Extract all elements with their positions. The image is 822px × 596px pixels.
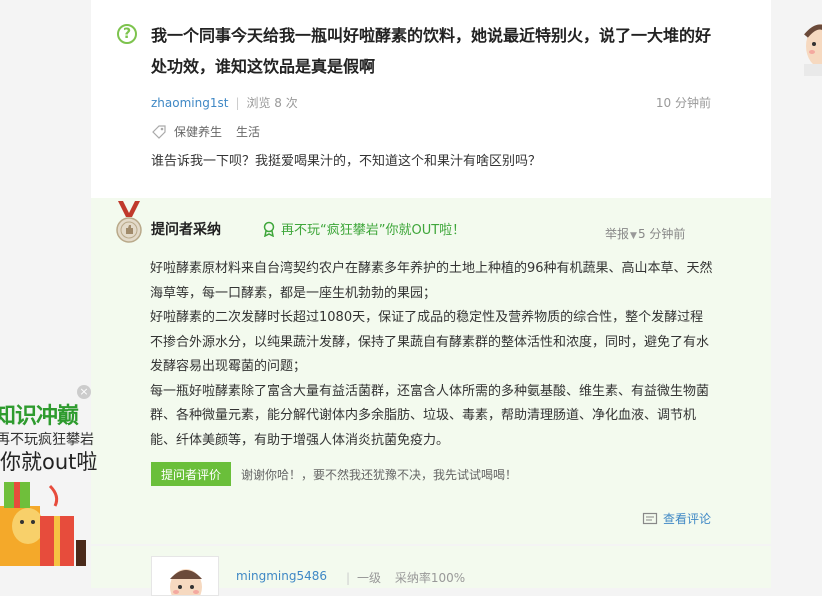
view-comments-label[interactable]: 查看评论 [663, 510, 711, 527]
asker-evaluation-badge: 提问者评价 [151, 462, 231, 486]
sidebar-avatar[interactable] [800, 14, 822, 76]
adoption-rate: 采纳率100% [394, 571, 466, 585]
asker-evaluation-text: 谢谢你哈！，要不然我还犹豫不决，我先试试喝喝！ [241, 468, 518, 482]
question-author-link[interactable]: zhaoming1st [151, 96, 228, 110]
ad-close-icon[interactable]: × [77, 385, 91, 399]
asker-adopted-label: 提问者采纳 [151, 222, 221, 238]
tag-life[interactable]: 生活 [236, 123, 260, 140]
meta-separator: | [235, 96, 240, 110]
report-link[interactable]: 举报 [605, 227, 629, 241]
comment-icon [642, 512, 658, 524]
question-title: 我一个同事今天给我一瓶叫好啦酵素的饮料，她说最近特别火，说了一大堆的好处功效，谁… [151, 26, 712, 76]
question-meta: zhaoming1st | 浏览 8 次 10 分钟前 [151, 94, 711, 110]
question-tags: 保健养生 生活 [151, 123, 274, 140]
answer-paragraph: 好啦酵素原材料来自台湾契约农户在酵素多年养护的土地上种植的96种有机蔬果、高山本… [150, 261, 713, 301]
promo-link[interactable]: 再不玩“疯狂攀岩”你就OUT啦！ [261, 219, 465, 238]
answer-body: 好啦酵素原材料来自台湾契约农户在酵素多年养护的土地上种植的96种有机蔬果、高山本… [150, 257, 716, 453]
badge-icon [263, 221, 275, 237]
question-description: 谁告诉我一下呗？我挺爱喝果汁的，不知道这个和果汁有啥区别吗？ [151, 154, 542, 169]
ad-headline[interactable]: 知识冲巅 [0, 398, 79, 430]
ad-tagline[interactable]: 你就out啦 [0, 446, 97, 476]
caret-down-icon[interactable]: ▼ [630, 231, 637, 241]
next-answer-meta: | 一级 采纳率100% [346, 569, 465, 586]
answer-paragraph: 好啦酵素的二次发酵时长超过1080天，保证了成品的稳定性及营养物质的综合性，整个… [150, 310, 710, 374]
answer-time: 5 分钟前 [637, 227, 686, 241]
report-area: 举报▼5 分钟前 [605, 225, 685, 242]
question-icon: ? [117, 24, 137, 44]
medal-icon [116, 201, 142, 243]
promo-text[interactable]: 再不玩“疯狂攀岩”你就OUT啦！ [281, 219, 465, 238]
user-level: 一级 [357, 571, 382, 585]
question-views: 浏览 8 次 [246, 96, 298, 110]
answer-paragraph: 每一瓶好啦酵素除了富含大量有益活菌群，还富含人体所需的多种氨基酸、维生素、有益微… [150, 383, 710, 448]
meta-separator: | [346, 571, 351, 585]
view-comments-link[interactable]: 查看评论 [642, 510, 711, 527]
next-answer-author-link[interactable]: mingming5486 [236, 569, 327, 583]
ad-illustration[interactable] [0, 476, 90, 566]
avatar[interactable] [151, 556, 219, 596]
tag-health[interactable]: 保健养生 [174, 123, 222, 140]
avatar-image [804, 24, 822, 76]
avatar-image [152, 557, 218, 595]
tag-icon [152, 124, 166, 139]
question-time: 10 分钟前 [655, 96, 711, 110]
